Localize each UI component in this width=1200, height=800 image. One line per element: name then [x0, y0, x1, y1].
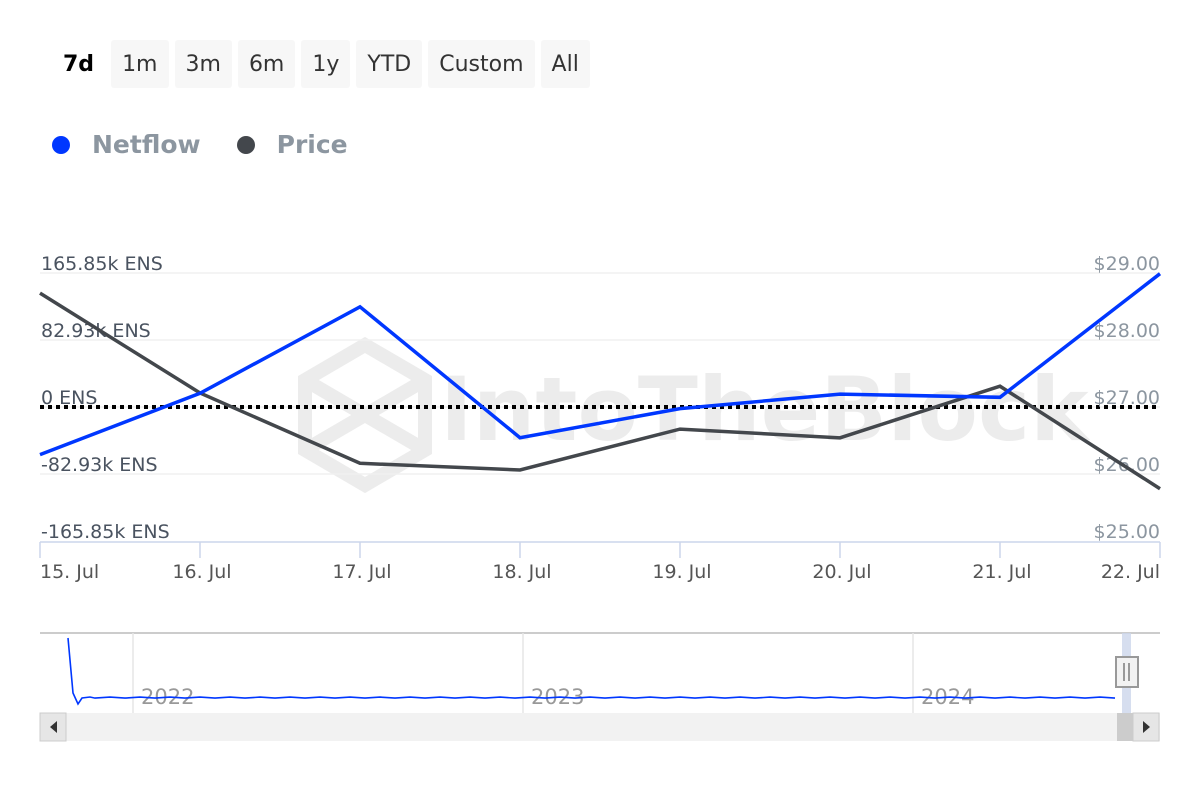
- y-right-tick-label: $28.00: [1094, 320, 1160, 342]
- navigator-handle[interactable]: [1115, 656, 1139, 688]
- y-left-tick-label: 0 ENS: [41, 387, 97, 409]
- y-left-tick-label: -82.93k ENS: [41, 454, 158, 476]
- x-tick-label: 22. Jul: [1101, 561, 1160, 583]
- scrollbar-track[interactable]: [40, 713, 1160, 741]
- scroll-left-button[interactable]: [39, 712, 67, 742]
- x-tick-label: 18. Jul: [492, 561, 551, 583]
- scrollbar[interactable]: [39, 712, 1160, 742]
- y-right-tick-label: $26.00: [1094, 454, 1160, 476]
- x-tick-label: 19. Jul: [652, 561, 711, 583]
- y-left-tick-label: 165.85k ENS: [41, 253, 163, 275]
- x-tick-label: 20. Jul: [812, 561, 871, 583]
- watermark: IntoTheBlock: [298, 336, 1091, 494]
- watermark-text: IntoTheBlock: [440, 358, 1091, 461]
- x-tick-label: 16. Jul: [172, 561, 231, 583]
- y-right-tick-label: $27.00: [1094, 387, 1160, 409]
- navigator[interactable]: 2022 2023 2024: [40, 632, 1160, 715]
- x-tick-label: 21. Jul: [972, 561, 1031, 583]
- y-left-tick-label: -165.85k ENS: [41, 521, 170, 543]
- scroll-right-button[interactable]: [1132, 712, 1160, 742]
- y-left-tick-label: 82.93k ENS: [41, 320, 151, 342]
- y-right-tick-label: $29.00: [1094, 253, 1160, 275]
- x-tick-label: 17. Jul: [332, 561, 391, 583]
- y-right-tick-label: $25.00: [1094, 521, 1160, 543]
- scrollbar-thumb[interactable]: [1117, 713, 1133, 741]
- x-tick-label: 15. Jul: [40, 561, 99, 583]
- chart: IntoTheBlock 165.85k ENS 82.93k ENS 0 ENS -…: [39, 253, 1162, 742]
